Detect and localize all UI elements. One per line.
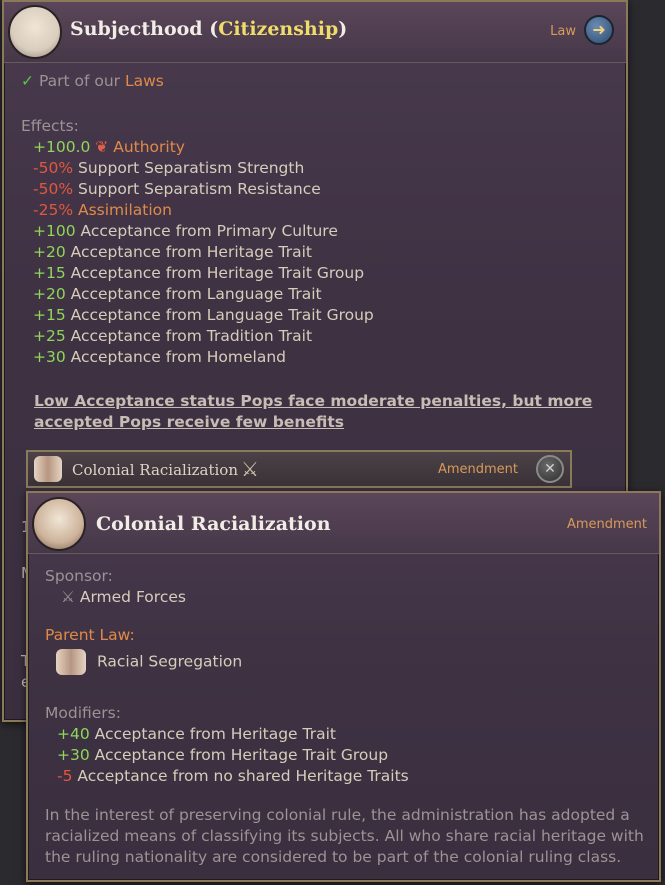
effect-row: +100.0 ❦ Authority xyxy=(33,138,185,156)
effect-row: -50% Support Separatism Resistance xyxy=(33,180,321,198)
parent-law-name: Racial Segregation xyxy=(96,652,243,671)
law-title: Subjecthood (Citizenship) xyxy=(70,18,347,40)
effect-row: +100 Acceptance from Primary Culture xyxy=(33,222,338,240)
law-status-text: Part of our xyxy=(38,72,125,90)
sponsor-row[interactable]: ⚔ Armed Forces xyxy=(61,588,186,606)
authority-icon: ❦ xyxy=(95,138,114,156)
law-title-main: Subjecthood xyxy=(70,18,203,40)
effect-row: +15 Acceptance from Language Trait Group xyxy=(33,306,374,324)
modifiers-label: Modifiers: xyxy=(45,704,121,722)
effect-value: +100.0 xyxy=(33,138,96,156)
effect-text: Assimilation xyxy=(77,201,172,219)
modifier-value: +30 xyxy=(57,746,95,764)
effect-text: Acceptance from Heritage Trait xyxy=(70,243,312,261)
effect-text: Support Separatism Resistance xyxy=(77,180,321,198)
amendment-header: Colonial Racialization Amendment xyxy=(28,493,659,554)
law-header: Subjecthood (Citizenship) Law ➜ xyxy=(4,2,626,63)
effect-text: Acceptance from Homeland xyxy=(70,348,287,366)
effect-text: Acceptance from Heritage Trait Group xyxy=(70,264,365,282)
amendment-description: In the interest of preserving colonial r… xyxy=(45,806,644,866)
effect-value: -50% xyxy=(33,159,78,177)
effect-value: +100 xyxy=(33,222,81,240)
effect-value: +15 xyxy=(33,264,71,282)
laws-link[interactable]: Laws xyxy=(125,72,164,90)
effect-row: +20 Acceptance from Language Trait xyxy=(33,285,322,303)
check-icon: ✓ xyxy=(21,72,34,90)
parent-law-row[interactable]: Racial Segregation xyxy=(56,649,242,675)
modifier-value: -5 xyxy=(57,767,78,785)
couple-portrait-icon xyxy=(8,5,62,59)
arrow-right-icon[interactable]: ➜ xyxy=(584,15,614,45)
effects-label: Effects: xyxy=(21,117,79,135)
effect-row: +30 Acceptance from Homeland xyxy=(33,348,286,366)
amendment-tag: Amendment xyxy=(566,517,647,532)
amendment-title: Colonial Racialization xyxy=(96,513,331,535)
effect-row: +25 Acceptance from Tradition Trait xyxy=(33,327,312,345)
effect-value: -50% xyxy=(33,180,78,198)
law-title-highlight: Citizenship xyxy=(218,18,339,40)
silhouettes-icon xyxy=(32,497,86,551)
amendment-bar[interactable]: Colonial Racialization ⚔ Amendment ✕ xyxy=(26,450,572,488)
crossed-swords-icon: ⚔ xyxy=(241,457,259,481)
effect-value: +30 xyxy=(33,348,71,366)
effect-row: -25% Assimilation xyxy=(33,201,172,219)
modifier-text: Acceptance from no shared Heritage Trait… xyxy=(77,767,409,785)
effect-row: +15 Acceptance from Heritage Trait Group xyxy=(33,264,364,282)
modifier-row: +40 Acceptance from Heritage Trait xyxy=(57,725,336,743)
effect-text: Acceptance from Primary Culture xyxy=(80,222,338,240)
effect-text: Acceptance from Language Trait Group xyxy=(70,306,374,324)
law-title-paren-open: ( xyxy=(209,18,219,40)
silhouettes-icon xyxy=(56,649,86,675)
silhouettes-icon xyxy=(34,456,62,482)
acceptance-note[interactable]: Low Acceptance status Pops face moderate… xyxy=(34,391,624,433)
modifier-text: Acceptance from Heritage Trait Group xyxy=(94,746,389,764)
effect-text: Acceptance from Language Trait xyxy=(70,285,322,303)
parent-law-label: Parent Law: xyxy=(45,626,135,644)
effect-text: Support Separatism Strength xyxy=(77,159,305,177)
effect-value: +15 xyxy=(33,306,71,324)
modifier-row: -5 Acceptance from no shared Heritage Tr… xyxy=(57,767,409,785)
sponsor-label: Sponsor: xyxy=(45,567,113,585)
effect-row: -50% Support Separatism Strength xyxy=(33,159,304,177)
effect-row: +20 Acceptance from Heritage Trait xyxy=(33,243,312,261)
crossed-swords-icon: ⚔ xyxy=(61,588,75,606)
effect-value: +25 xyxy=(33,327,71,345)
modifier-text: Acceptance from Heritage Trait xyxy=(94,725,336,743)
close-icon[interactable]: ✕ xyxy=(536,455,564,483)
effect-text: Acceptance from Tradition Trait xyxy=(70,327,313,345)
effect-text: Authority xyxy=(113,138,185,156)
sponsor-name: Armed Forces xyxy=(79,588,186,606)
modifier-value: +40 xyxy=(57,725,95,743)
amendment-bar-tag: Amendment xyxy=(437,462,518,477)
effect-value: +20 xyxy=(33,285,71,303)
effect-value: +20 xyxy=(33,243,71,261)
amendment-bar-title: Colonial Racialization xyxy=(72,461,238,479)
law-tag: Law xyxy=(550,24,576,39)
law-status: ✓ Part of our Laws xyxy=(21,72,164,90)
law-title-paren-close: ) xyxy=(338,18,348,40)
modifier-row: +30 Acceptance from Heritage Trait Group xyxy=(57,746,388,764)
amendment-tooltip-panel: Colonial Racialization Amendment Sponsor… xyxy=(26,491,661,882)
effect-value: -25% xyxy=(33,201,78,219)
